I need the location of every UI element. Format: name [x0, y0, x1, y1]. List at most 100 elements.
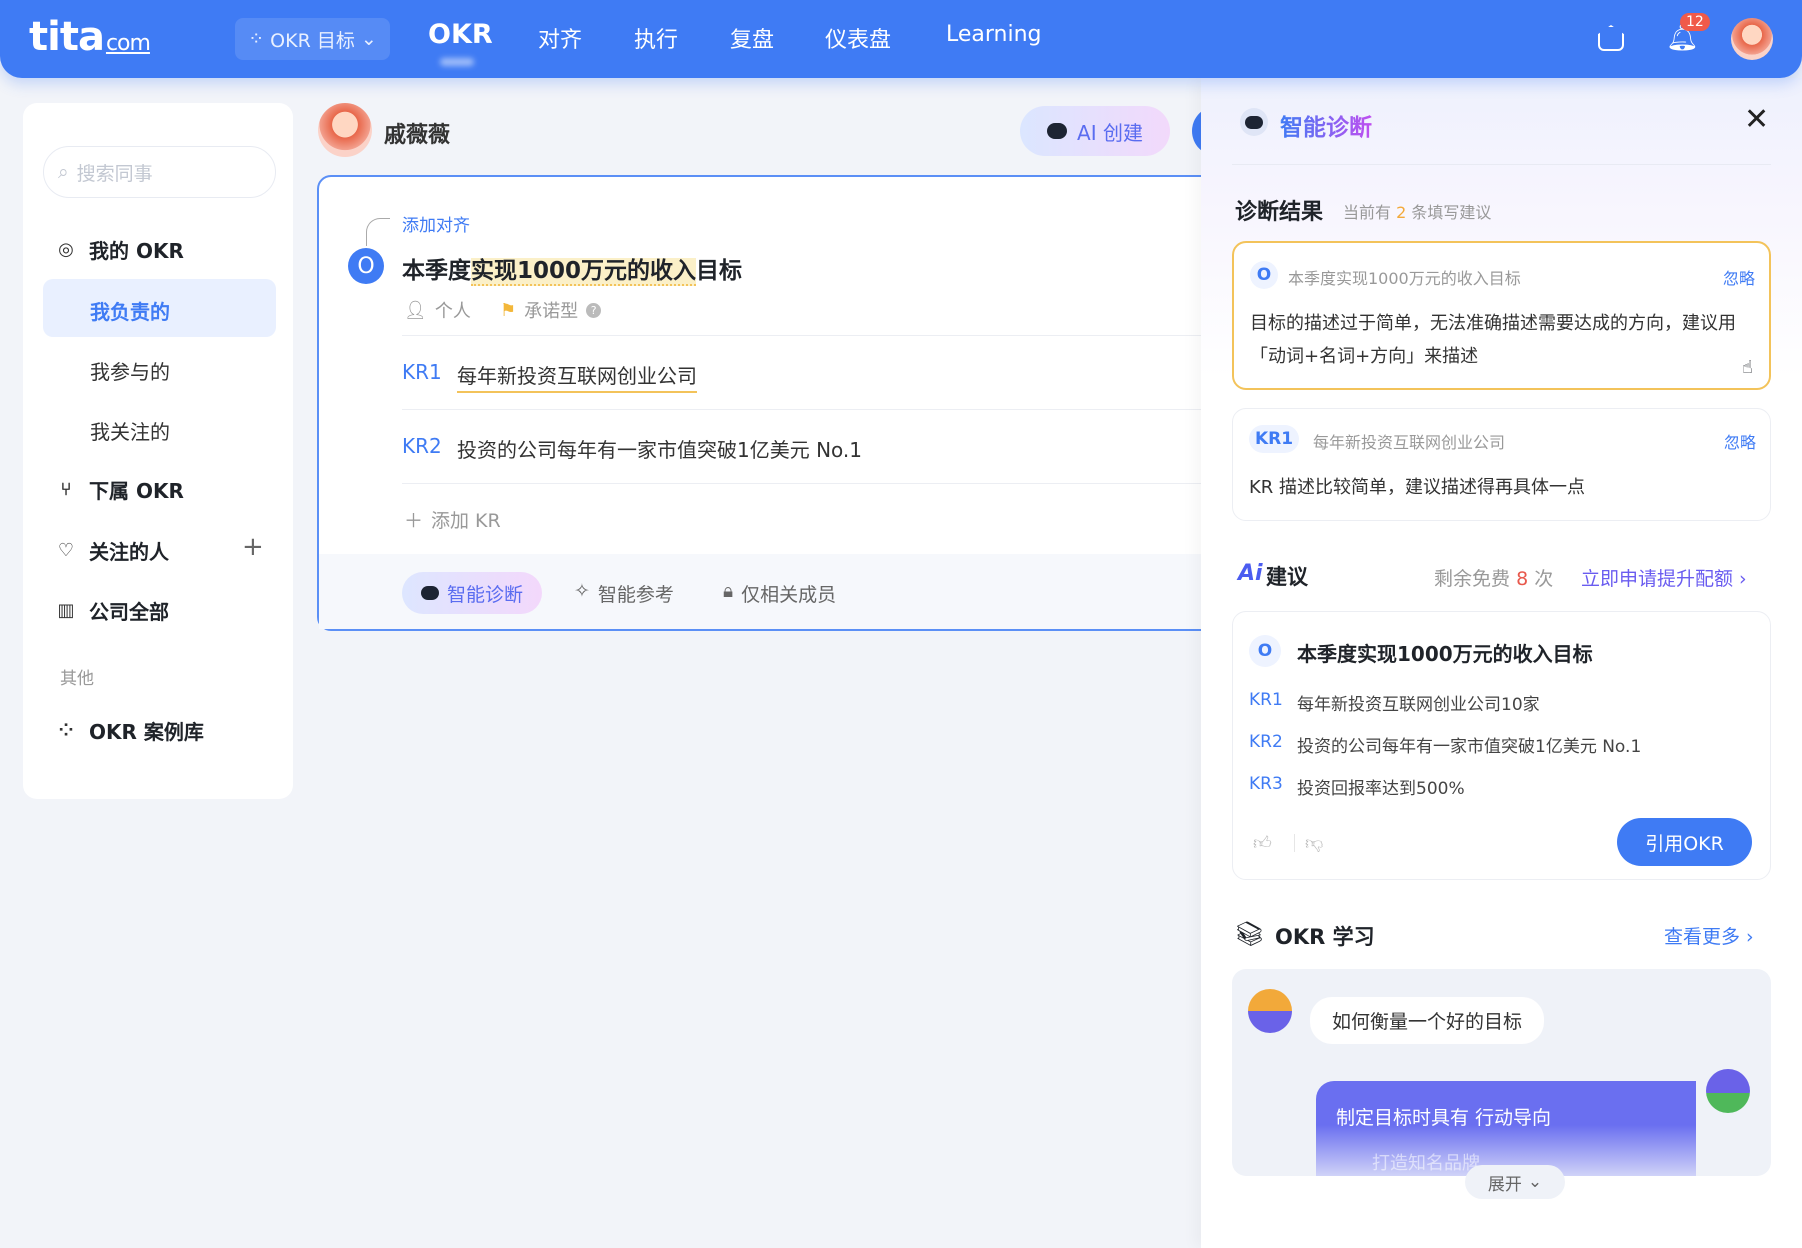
building-icon: ▥	[57, 600, 75, 621]
chevron-down-icon: ⌄	[1527, 1172, 1543, 1192]
sidebar-item-label: OKR 案例库	[89, 720, 204, 744]
lock-icon: 🔒︎	[723, 580, 734, 602]
nav-review[interactable]: 复盘	[730, 22, 774, 54]
nav-dashboard[interactable]: 仪表盘	[825, 22, 891, 54]
ai-suggest-title: 建议	[1266, 565, 1308, 589]
answer-text: 制定目标时具有 行动导向	[1336, 1107, 1552, 1129]
ignore-button[interactable]: 忽略	[1724, 429, 1756, 453]
nav-align[interactable]: 对齐	[538, 22, 582, 54]
asker-avatar	[1248, 989, 1292, 1033]
type-label: 个人	[434, 301, 471, 322]
sidebar-item-company[interactable]: ▥ 公司全部	[55, 596, 169, 625]
kr1-text[interactable]: 每年新投资互联网创业公司	[457, 360, 697, 393]
target-icon: ◎	[58, 239, 74, 260]
robot-icon	[420, 586, 439, 600]
kr1-label: KR1	[402, 360, 442, 384]
active-indicator	[440, 58, 474, 66]
diagnosis-card-kr[interactable]: KR1 每年新投资互联网创业公司 忽略 KR 描述比较简单，建议描述得再具体一点	[1232, 408, 1771, 521]
reference-label: 智能参考	[597, 584, 674, 606]
grid-icon: ⁘	[248, 28, 265, 50]
tree-icon: ⑂	[60, 479, 72, 500]
smart-diagnosis-button[interactable]: 智能诊断	[402, 572, 542, 614]
diagnosis-label: 智能诊断	[446, 583, 523, 606]
close-icon[interactable]: ✕	[1744, 102, 1769, 137]
plus-icon: ＋	[404, 510, 424, 532]
visibility-button[interactable]: 🔒︎ 仅相关成员	[723, 580, 836, 607]
sidebar-item-label: 关注的人	[89, 540, 169, 564]
answer-faded-text: 打造知名品牌	[1372, 1153, 1480, 1174]
ai-logo: Ai	[1238, 561, 1263, 586]
sidebar-item-responsible[interactable]: 我负责的	[90, 296, 170, 325]
sidebar-item-following[interactable]: 我关注的	[90, 416, 170, 445]
sparkle-icon: ✧	[574, 580, 590, 602]
dropdown-label: OKR 目标	[270, 29, 355, 52]
ai-kr1-label: KR1	[1249, 690, 1283, 710]
add-followed-button[interactable]: +	[242, 532, 264, 562]
nav-execute[interactable]: 执行	[634, 22, 678, 54]
learning-chat[interactable]: 如何衡量一个好的目标 制定目标时具有 行动导向 打造知名品牌	[1232, 969, 1771, 1176]
objective-title[interactable]: 本季度实现1000万元的收入目标	[402, 251, 742, 286]
thumbs-down-icon[interactable]: 👎︎	[1305, 832, 1323, 854]
upgrade-quota-link[interactable]: 立即申请提升配额 ›	[1581, 564, 1747, 591]
card-target: 每年新投资互联网创业公司	[1313, 433, 1506, 452]
robot-icon	[1047, 123, 1068, 139]
answerer-avatar	[1706, 1069, 1750, 1113]
objective-badge: O	[348, 248, 384, 284]
notification-badge: 12	[1680, 13, 1710, 31]
expand-button[interactable]: 展开 ⌄	[1465, 1165, 1565, 1199]
smart-reference-button[interactable]: ✧ 智能参考	[574, 580, 674, 607]
ai-kr2-label: KR2	[1249, 732, 1283, 752]
kr-badge: KR1	[1249, 425, 1299, 453]
sidebar-item-label: 公司全部	[89, 600, 169, 624]
sidebar	[23, 103, 293, 799]
help-icon: ?	[586, 302, 602, 318]
robot-icon	[1240, 108, 1268, 136]
okr-goal-dropdown[interactable]: ⁘ OKR 目标 ⌄	[235, 18, 390, 60]
answer-bubble: 制定目标时具有 行动导向 打造知名品牌	[1316, 1081, 1696, 1176]
sidebar-item-label: 我的 OKR	[89, 239, 184, 263]
ai-create-label: AI 创建	[1077, 120, 1143, 145]
ai-kr3-label: KR3	[1249, 774, 1283, 794]
add-kr-label: 添加 KR	[431, 510, 501, 532]
top-nav-bar: titacom ⁘ OKR 目标 ⌄ OKR 对齐 执行 复盘 仪表盘 Learni…	[0, 0, 1802, 78]
panel-title: 智能诊断	[1280, 108, 1372, 142]
add-kr-button[interactable]: ＋ 添加 KR	[404, 506, 501, 533]
objective-type[interactable]: 👤︎ 个人	[404, 297, 471, 323]
diagnosis-card-objective[interactable]: O 本季度实现1000万元的收入目标 忽略 目标的描述过于简单，无法准确描述需要…	[1232, 241, 1771, 390]
result-title: 诊断结果	[1235, 200, 1324, 225]
cite-okr-button[interactable]: 引用OKR	[1617, 818, 1752, 866]
user-avatar[interactable]	[1731, 18, 1773, 60]
objective-badge: O	[1249, 635, 1281, 667]
owner-name: 戚薇薇	[384, 123, 451, 148]
result-summary: 当前有 2 条填写建议	[1343, 203, 1492, 222]
divider	[1294, 834, 1295, 852]
sidebar-item-participating[interactable]: 我参与的	[90, 356, 170, 385]
ai-suggestion-card: O 本季度实现1000万元的收入目标 KR1 每年新投资互联网创业公司10家 K…	[1232, 611, 1771, 880]
sidebar-item-my-okr[interactable]: ◎ 我的 OKR	[55, 235, 184, 264]
books-icon: 📚︎	[1234, 920, 1265, 948]
nav-okr[interactable]: OKR	[428, 19, 493, 50]
tita-logo[interactable]: titacom	[29, 14, 151, 60]
search-placeholder: 搜索同事	[76, 162, 153, 185]
ai-kr3-text: 投资回报率达到500%	[1297, 779, 1465, 799]
home-icon[interactable]	[1598, 25, 1624, 51]
sidebar-item-case-library[interactable]: ⁘ OKR 案例库	[55, 716, 204, 745]
visibility-label: 仅相关成员	[741, 584, 837, 606]
ignore-button[interactable]: 忽略	[1723, 265, 1755, 289]
nav-learning[interactable]: Learning	[946, 22, 1042, 47]
category-label: 承诺型	[524, 301, 579, 322]
kr2-text[interactable]: 投资的公司每年有一家市值突破1亿美元 No.1	[457, 434, 862, 463]
objective-category[interactable]: ⚑ 承诺型?	[500, 297, 602, 323]
search-input[interactable]: ⌕ 搜索同事	[43, 146, 276, 198]
okr-learning-title: OKR 学习	[1275, 925, 1375, 949]
card-text: KR 描述比较简单，建议描述得再具体一点	[1249, 477, 1586, 498]
view-more-link[interactable]: 查看更多 ›	[1664, 922, 1754, 949]
ai-create-button[interactable]: AI 创建	[1020, 106, 1170, 156]
add-alignment-link[interactable]: 添加对齐	[402, 211, 470, 236]
divider	[1232, 164, 1771, 165]
heart-icon: ♡	[57, 540, 75, 561]
sidebar-item-followed-people[interactable]: ♡ 关注的人	[55, 536, 169, 565]
section-other: 其他	[60, 669, 94, 689]
thumbs-up-icon[interactable]: 👍︎	[1253, 832, 1272, 854]
sidebar-item-subordinate-okr[interactable]: ⑂ 下属 OKR	[55, 475, 184, 504]
